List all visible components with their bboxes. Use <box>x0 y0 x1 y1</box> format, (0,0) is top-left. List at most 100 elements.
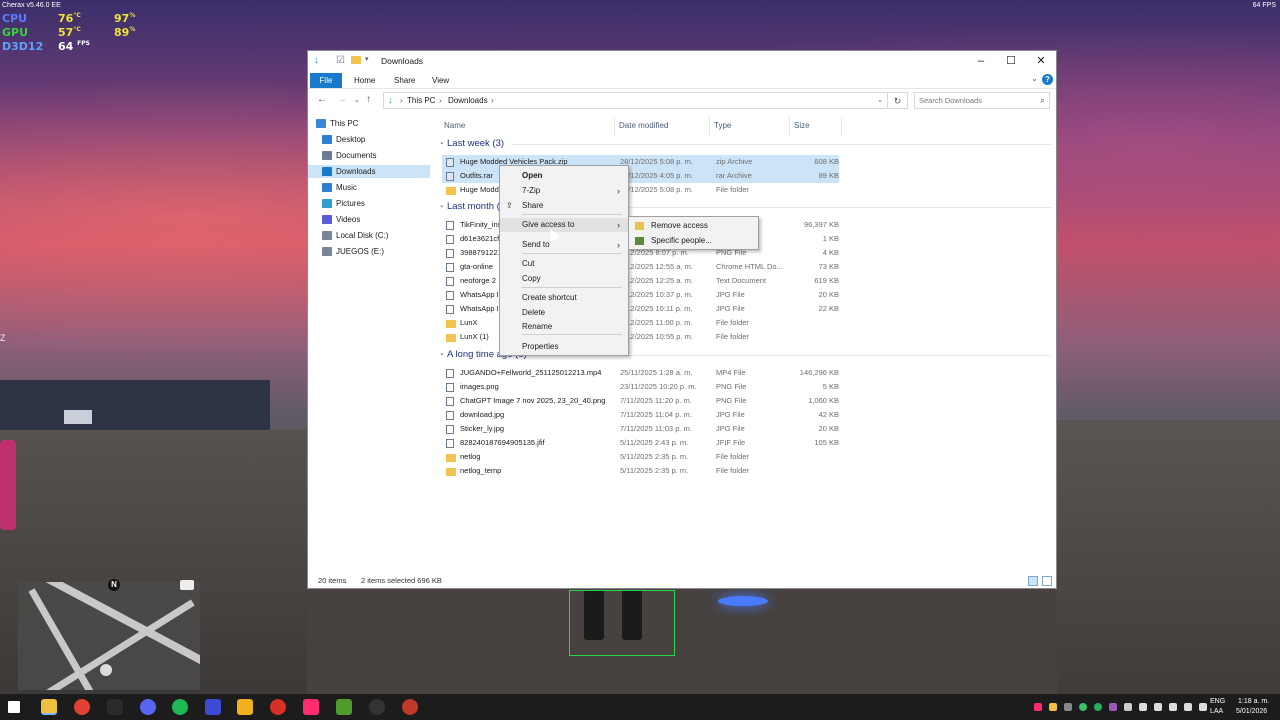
nav-item-pictures[interactable]: Pictures <box>308 197 430 210</box>
tray-battery-icon[interactable] <box>1124 703 1132 711</box>
collapse-group-icon[interactable]: ⌄ <box>439 201 445 209</box>
start-icon[interactable] <box>8 701 20 713</box>
file-row[interactable]: netlog_temp 5/11/2025 2:35 p. m. File fold… <box>442 464 839 478</box>
large-icons-view-icon[interactable] <box>1042 576 1052 586</box>
chrome-alt-icon[interactable] <box>402 699 418 715</box>
chrome-icon[interactable] <box>74 699 90 715</box>
nav-item-juegos-e[interactable]: JUEGOS (E:) <box>308 245 430 258</box>
github-icon[interactable] <box>369 699 385 715</box>
refresh-button[interactable]: ↻ <box>888 92 908 109</box>
column-divider[interactable] <box>789 117 790 135</box>
tiktok-icon[interactable] <box>303 699 319 715</box>
menu-item-send-to[interactable]: Send to › <box>500 238 628 252</box>
tray-tiktok-icon[interactable] <box>1034 703 1042 711</box>
properties-quick-icon[interactable]: ☑ <box>336 55 345 66</box>
collapse-group-icon[interactable]: ⌄ <box>439 138 445 146</box>
file-row[interactable]: ChatGPT Image 7 nov 2025, 23_20_40.png 7/… <box>442 394 839 408</box>
up-button[interactable]: ↑ <box>366 94 371 105</box>
column-size[interactable]: Size <box>794 121 810 130</box>
new-folder-quick-icon[interactable] <box>351 56 361 64</box>
breadcrumb-this-pc[interactable]: This PC <box>407 96 435 105</box>
submenu-item-specific-people[interactable]: Specific people... <box>629 234 758 248</box>
menu-item-properties[interactable]: Properties <box>500 340 628 354</box>
file-icon <box>446 291 454 300</box>
submenu-item-remove-access[interactable]: Remove access <box>629 219 758 233</box>
column-divider[interactable] <box>614 117 615 135</box>
nav-item-music[interactable]: Music <box>308 181 430 194</box>
tray-shield-icon[interactable] <box>1094 703 1102 711</box>
tab-view[interactable]: View <box>424 73 457 88</box>
ribbon-expand-icon[interactable]: ⌄ <box>1031 74 1038 83</box>
tab-file[interactable]: File <box>310 73 342 88</box>
tab-home[interactable]: Home <box>346 73 383 88</box>
tray-nvidia-icon[interactable] <box>1079 703 1087 711</box>
menu-item-share[interactable]: ⇪ Share <box>500 199 628 213</box>
tray-display-icon[interactable] <box>1169 703 1177 711</box>
recent-locations-button[interactable]: ⌄ <box>354 96 360 104</box>
nav-item-downloads[interactable]: Downloads <box>308 165 430 178</box>
rockstar-icon[interactable] <box>237 699 253 715</box>
nav-item-desktop[interactable]: Desktop <box>308 133 430 146</box>
file-explorer-icon[interactable] <box>41 699 57 715</box>
back-button[interactable]: ← <box>317 94 327 105</box>
tray-steam-icon[interactable] <box>1064 703 1072 711</box>
minimize-button[interactable]: – <box>966 53 996 69</box>
details-view-icon[interactable] <box>1028 576 1038 586</box>
language-indicator[interactable]: ENG <box>1210 698 1225 705</box>
column-divider[interactable] <box>841 117 842 135</box>
file-row[interactable]: 828240187694905135.jfif 5/11/2025 2:43 p.… <box>442 436 839 450</box>
clock-date[interactable]: 5/01/2026 <box>1236 708 1267 715</box>
vantage-icon[interactable] <box>336 699 352 715</box>
maximize-button[interactable]: ☐ <box>996 53 1026 69</box>
group-header[interactable]: ⌄ Last week (3) <box>439 138 504 149</box>
tray-usb-icon[interactable] <box>1184 703 1192 711</box>
menu-item-open[interactable]: Open <box>500 169 628 183</box>
menu-separator <box>522 334 622 335</box>
quick-access-icon[interactable]: ↓ <box>314 55 319 66</box>
menu-item-copy[interactable]: Copy <box>500 272 628 286</box>
column-type[interactable]: Type <box>714 121 731 130</box>
forward-button[interactable]: → <box>337 94 347 105</box>
tray-wifi-icon[interactable] <box>1199 703 1207 711</box>
file-row[interactable]: Sticker_ly.jpg 7/11/2025 11:03 p. m. JPG F… <box>442 422 839 436</box>
nav-item-videos[interactable]: Videos <box>308 213 430 226</box>
address-dropdown-icon[interactable]: ⌄ <box>877 96 883 104</box>
clock-time[interactable]: 1:18 a. m. <box>1238 698 1269 705</box>
tray-network-icon[interactable] <box>1139 703 1147 711</box>
collapse-group-icon[interactable]: ⌄ <box>439 349 445 357</box>
epic-games-icon[interactable] <box>107 699 123 715</box>
column-date-modified[interactable]: Date modified <box>619 121 668 130</box>
file-row[interactable]: download.jpg 7/11/2025 11:04 p. m. JPG Fil… <box>442 408 839 422</box>
tray-app-icon[interactable] <box>1049 703 1057 711</box>
column-divider[interactable] <box>709 117 710 135</box>
tab-share[interactable]: Share <box>386 73 423 88</box>
menu-item-7-zip[interactable]: 7-Zip › <box>500 184 628 198</box>
nav-item-this-pc[interactable]: This PC <box>308 117 430 130</box>
nav-item-label: Downloads <box>336 167 376 176</box>
file-row[interactable]: netlog 5/11/2025 2:35 p. m. File folder <box>442 450 839 464</box>
title-bar[interactable]: ↓ ☑ ▾ Downloads – ☐ ✕ <box>308 51 1056 71</box>
address-bar[interactable]: ↓ › This PC › Downloads › ⌄ <box>383 92 888 109</box>
column-name[interactable]: Name <box>444 121 465 130</box>
menu-item-rename[interactable]: Rename <box>500 320 628 334</box>
close-button[interactable]: ✕ <box>1026 53 1056 69</box>
menu-item-give-access-to[interactable]: Give access to › <box>500 218 628 232</box>
discord-icon[interactable] <box>140 699 156 715</box>
menu-item-cut[interactable]: Cut <box>500 257 628 271</box>
nav-item-local-disk-c[interactable]: Local Disk (C:) <box>308 229 430 242</box>
menu-item-create-shortcut[interactable]: Create shortcut <box>500 291 628 305</box>
nav-item-documents[interactable]: Documents <box>308 149 430 162</box>
spotify-icon[interactable] <box>172 699 188 715</box>
customize-toolbar-icon[interactable]: ▾ <box>365 55 369 63</box>
chrome-profile-icon[interactable] <box>270 699 286 715</box>
tray-app2-icon[interactable] <box>1109 703 1117 711</box>
keyboard-layout[interactable]: LAA <box>1210 708 1223 715</box>
menu-item-delete[interactable]: Delete <box>500 306 628 320</box>
tray-volume-icon[interactable] <box>1154 703 1162 711</box>
breadcrumb-downloads[interactable]: Downloads <box>448 96 488 105</box>
vscode-icon[interactable] <box>205 699 221 715</box>
file-row[interactable]: images.png 23/11/2025 10:20 p. m. PNG File… <box>442 380 839 394</box>
help-icon[interactable]: ? <box>1042 74 1053 85</box>
search-input[interactable]: Search Downloads ⌕ <box>914 92 1050 109</box>
file-row[interactable]: JUGANDO+Fellworld_251125012213.mp4 25/11/… <box>442 366 839 380</box>
